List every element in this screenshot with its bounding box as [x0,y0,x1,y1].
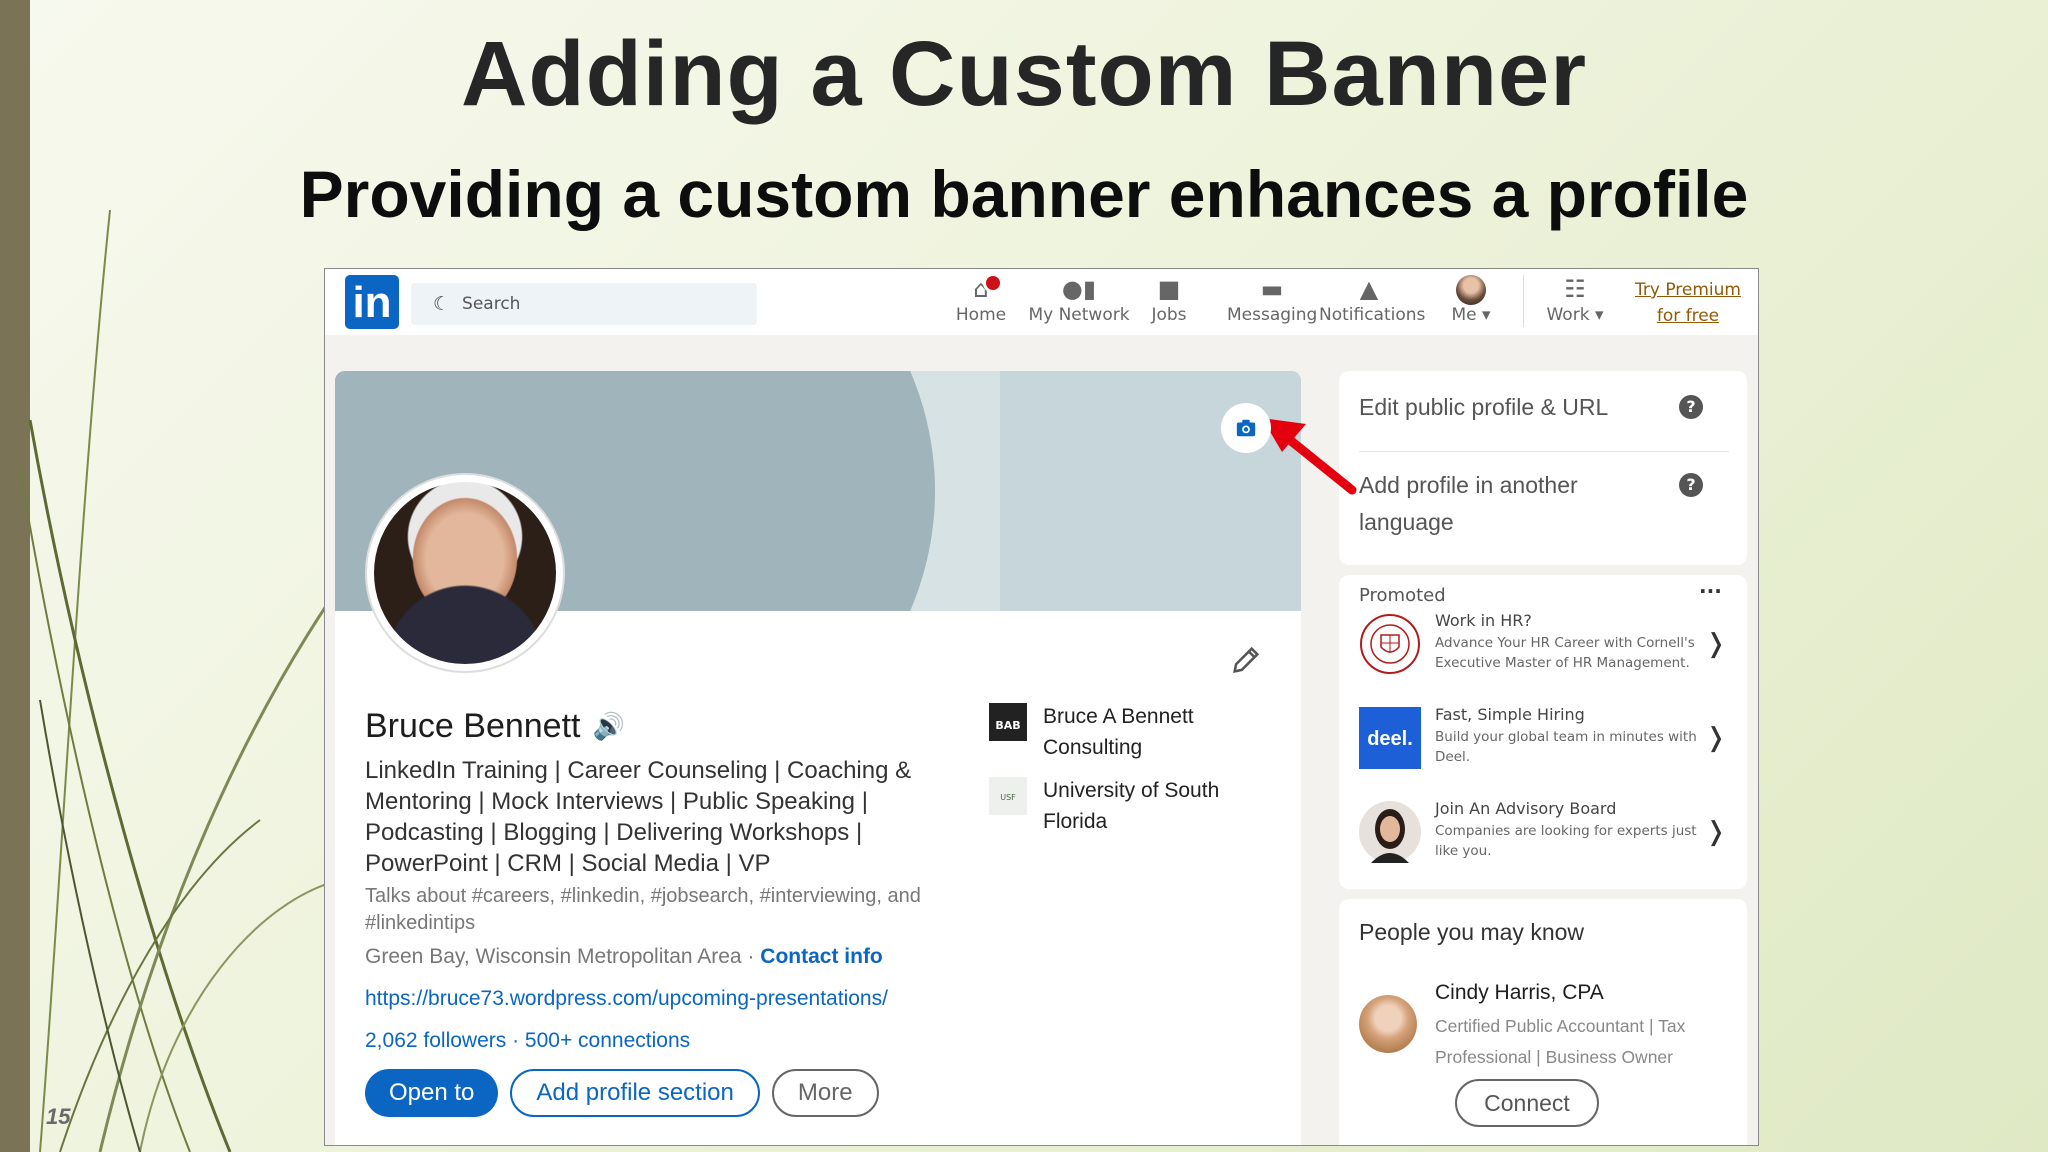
ad-description: Build your global team in minutes with D… [1435,729,1697,765]
chevron-down-icon: ▾ [1594,305,1604,325]
chevron-right-icon: ❭ [1705,629,1727,659]
contact-info-link[interactable]: Contact info [760,945,882,968]
slide-subtitle: Providing a custom banner enhances a pro… [299,157,1749,231]
nav-jobs[interactable]: ■ Jobs [1139,273,1199,335]
profile-name: Bruce Bennett [365,707,581,745]
briefcase-icon: ■ [1157,275,1181,303]
chevron-right-icon: ❭ [1705,723,1727,753]
org-item-university[interactable]: USF University of South Florida [989,775,1243,837]
nav-my-network[interactable]: ●▮ My Network [1021,273,1137,335]
open-to-button[interactable]: Open to [365,1069,499,1117]
person-name[interactable]: Cindy Harris, CPA [1435,981,1604,1005]
profile-stats: 2,062 followers · 500+ connections [365,1029,690,1053]
profile-photo[interactable] [367,475,563,671]
nav-messaging-label: Messaging [1227,305,1318,325]
ad-item-cornell[interactable]: Work in HR? Advance Your HR Career with … [1359,611,1729,691]
profile-website-link[interactable]: https://bruce73.wordpress.com/upcoming-p… [365,987,888,1011]
slide-number: 15 [46,1104,71,1129]
nav-messaging[interactable]: ▬ Messaging [1227,273,1317,335]
nav-work-label: Work [1546,305,1590,325]
try-premium-link[interactable]: Try Premium for free [1635,277,1741,329]
add-profile-section-button[interactable]: Add profile section [510,1069,760,1117]
connect-button[interactable]: Connect [1455,1079,1599,1127]
camera-icon [1236,419,1256,437]
nav-my-network-label: My Network [1028,305,1130,325]
profile-location: Green Bay, Wisconsin Metropolitan Area ·… [365,945,883,969]
bell-icon: ▲ [1359,275,1379,303]
nav-home-label: Home [955,305,1007,325]
ad-title: Work in HR? [1435,611,1532,630]
network-icon: ●▮ [1061,275,1097,303]
avatar-icon [1456,275,1486,305]
speaker-icon[interactable]: 🔊 [592,712,624,742]
help-icon[interactable]: ? [1679,395,1703,419]
promoted-card: Promoted ··· Work in HR? Advance Your HR… [1339,575,1747,889]
search-icon: ☾ [433,293,451,315]
avatar[interactable] [1359,995,1417,1053]
search-placeholder: Search [462,294,521,314]
nav-divider [1523,275,1524,327]
nav-jobs-label: Jobs [1151,305,1187,325]
ad-item-advisory[interactable]: Join An Advisory Board Companies are loo… [1359,799,1729,879]
profile-settings-card: Edit public profile & URL ? Add profile … [1339,371,1747,565]
ad-title: Join An Advisory Board [1435,799,1617,818]
help-icon[interactable]: ? [1679,473,1703,497]
ad-item-deel[interactable]: deel. Fast, Simple Hiring Build your glo… [1359,705,1729,785]
bab-logo-icon: BAB [989,703,1027,741]
deel-logo-icon: deel. [1359,707,1421,769]
nav-home[interactable]: ⌂ Home [945,273,1017,335]
chat-icon: ▬ [1260,275,1284,303]
pymk-title: People you may know [1359,919,1585,945]
edit-banner-camera-button[interactable] [1221,403,1271,453]
premium-line-2: for free [1656,306,1720,326]
profile-actions: Open to Add profile section More [365,1069,879,1117]
profile-card: Bruce Bennett 🔊 LinkedIn Training | Care… [335,371,1301,1145]
nav-me-label: Me [1451,305,1477,325]
divider [1359,451,1729,452]
advisory-person-photo [1359,801,1421,863]
chevron-down-icon: ▾ [1482,305,1491,325]
more-button[interactable]: More [771,1069,879,1117]
location-text: Green Bay, Wisconsin Metropolitan Area · [365,945,761,968]
nav-work[interactable]: ☷ Work ▾ [1535,273,1615,335]
org-item-consulting[interactable]: BAB Bruce A Bennett Consulting [989,701,1223,763]
slide-title: Adding a Custom Banner [460,23,1588,125]
org-name-university: University of South Florida [1043,779,1220,833]
pencil-edit-icon[interactable] [1229,643,1263,677]
premium-line-1: Try Premium [1635,280,1741,300]
chevron-right-icon: ❭ [1705,817,1727,847]
nav-notifications[interactable]: ▲ Notifications [1319,273,1426,335]
promoted-label: Promoted [1359,585,1446,606]
cornell-seal-icon [1360,614,1420,674]
usf-logo-icon: USF [989,777,1027,815]
connections-link[interactable]: · 500+ connections [512,1029,690,1052]
linkedin-logo-icon[interactable]: in [345,275,399,329]
nav-notifications-label: Notifications [1319,305,1426,325]
usf-logo-text: USF [1000,793,1016,802]
bab-logo-text: BAB [995,719,1020,732]
followers-link[interactable]: 2,062 followers [365,1029,506,1052]
profile-headline: LinkedIn Training | Career Counseling | … [365,757,912,877]
ad-title: Fast, Simple Hiring [1435,705,1585,724]
people-you-may-know-card: People you may know Cindy Harris, CPA Ce… [1339,899,1747,1145]
grid-icon: ☷ [1564,275,1586,303]
person-description: Certified Public Accountant | Tax Profes… [1435,1016,1686,1067]
linkedin-screenshot: in ☾ Search ⌂ Home ●▮ My Network ■ Jobs … [324,268,1759,1146]
search-input[interactable]: ☾ Search [411,283,757,325]
nav-me[interactable]: Me ▾ [1443,273,1499,335]
home-icon: ⌂ [945,273,1017,305]
org-name-consulting: Bruce A Bennett Consulting [1043,705,1194,759]
top-navigation-bar: in ☾ Search ⌂ Home ●▮ My Network ■ Jobs … [325,269,1758,335]
ad-description: Companies are looking for experts just l… [1435,823,1697,859]
deel-logo-text: deel. [1367,728,1413,750]
edit-public-profile-link[interactable]: Edit public profile & URL [1359,389,1719,426]
more-options-icon[interactable]: ··· [1699,579,1722,603]
ad-description: Advance Your HR Career with Cornell's Ex… [1435,635,1695,671]
profile-talks-about: Talks about #careers, #linkedin, #jobsea… [365,885,921,934]
add-language-profile-link[interactable]: Add profile in another language [1359,467,1649,541]
